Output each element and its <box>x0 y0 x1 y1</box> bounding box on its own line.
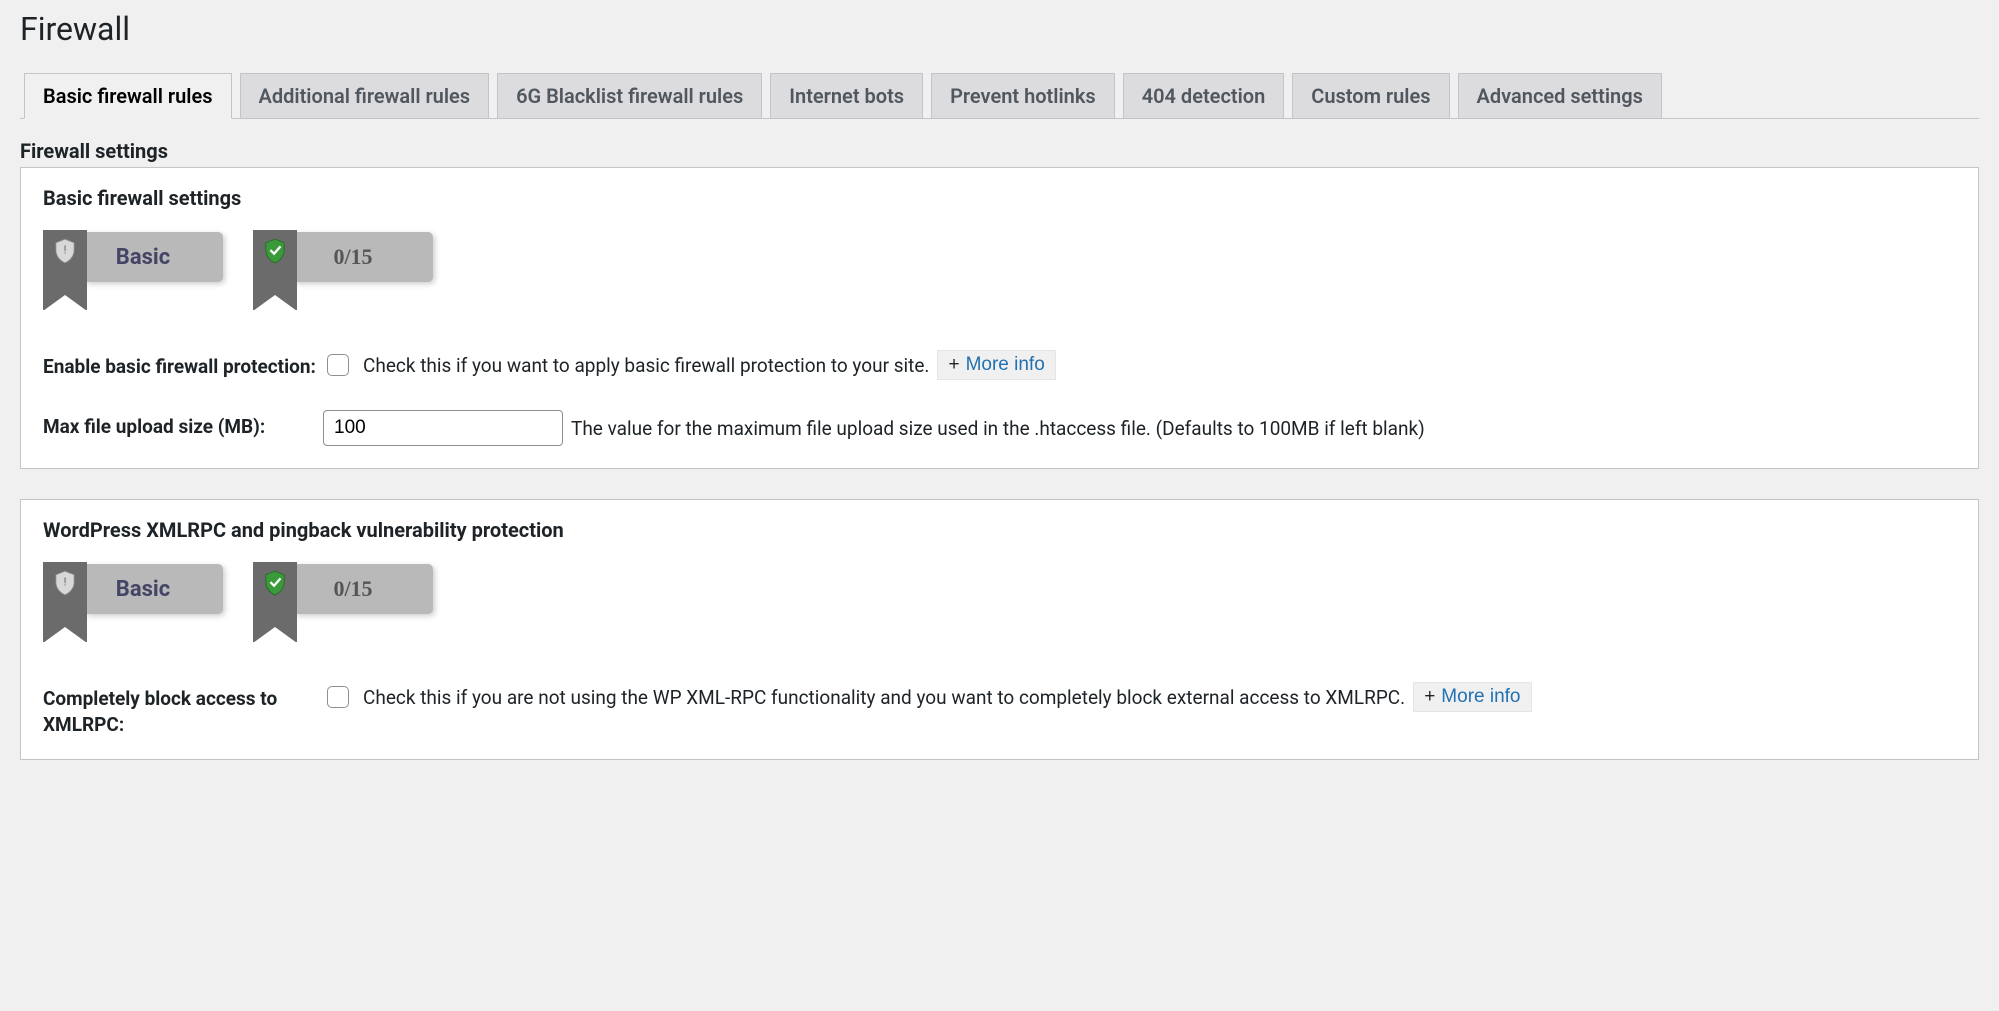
tab-bar: Basic firewall rules Additional firewall… <box>20 73 1979 119</box>
block-xmlrpc-checkbox[interactable] <box>327 686 349 708</box>
xmlrpc-title: WordPress XMLRPC and pingback vulnerabil… <box>43 518 1956 542</box>
security-score-label: 0/15 <box>293 564 433 614</box>
more-info-label: More info <box>1441 686 1520 708</box>
max-upload-label: Max file upload size (MB): <box>43 410 323 440</box>
tab-advanced-settings[interactable]: Advanced settings <box>1458 73 1662 119</box>
tab-prevent-hotlinks[interactable]: Prevent hotlinks <box>931 73 1115 119</box>
security-score-label: 0/15 <box>293 232 433 282</box>
max-upload-input[interactable] <box>323 410 563 446</box>
security-level-label: Basic <box>83 232 223 282</box>
enable-basic-firewall-checkbox[interactable] <box>327 354 349 376</box>
shield-check-icon <box>264 238 286 264</box>
security-score-badge: 0/15 <box>253 230 433 310</box>
security-score-badge: 0/15 <box>253 562 433 642</box>
block-xmlrpc-desc: Check this if you are not using the WP X… <box>363 686 1405 709</box>
svg-text:!: ! <box>64 576 67 589</box>
plus-icon: + <box>1424 686 1435 708</box>
tab-6g-blacklist[interactable]: 6G Blacklist firewall rules <box>497 73 762 119</box>
svg-text:!: ! <box>64 244 67 257</box>
security-level-badge: ! Basic <box>43 230 223 310</box>
tab-404-detection[interactable]: 404 detection <box>1123 73 1285 119</box>
security-level-badge: ! Basic <box>43 562 223 642</box>
shield-check-icon <box>264 570 286 596</box>
tab-basic-firewall-rules[interactable]: Basic firewall rules <box>24 73 232 119</box>
more-info-button[interactable]: + More info <box>1413 682 1531 712</box>
section-heading: Firewall settings <box>20 139 1979 163</box>
basic-firewall-title: Basic firewall settings <box>43 186 1956 210</box>
max-upload-desc: The value for the maximum file upload si… <box>571 417 1425 440</box>
xmlrpc-box: WordPress XMLRPC and pingback vulnerabil… <box>20 499 1979 760</box>
shield-icon: ! <box>54 238 76 264</box>
tab-additional-firewall-rules[interactable]: Additional firewall rules <box>240 73 490 119</box>
enable-basic-firewall-label: Enable basic firewall protection: <box>43 350 323 380</box>
more-info-button[interactable]: + More info <box>937 350 1055 380</box>
security-level-label: Basic <box>83 564 223 614</box>
more-info-label: More info <box>966 354 1045 376</box>
badges-row: ! Basic 0/15 <box>43 230 1956 310</box>
shield-icon: ! <box>54 570 76 596</box>
page-title: Firewall <box>20 10 1979 48</box>
badges-row-xmlrpc: ! Basic 0/15 <box>43 562 1956 642</box>
tab-internet-bots[interactable]: Internet bots <box>770 73 923 119</box>
block-xmlrpc-label: Completely block access to XMLRPC: <box>43 682 323 737</box>
tab-custom-rules[interactable]: Custom rules <box>1292 73 1449 119</box>
enable-basic-firewall-desc: Check this if you want to apply basic fi… <box>363 354 929 377</box>
basic-firewall-box: Basic firewall settings ! Basic 0/15 Ena… <box>20 167 1979 469</box>
plus-icon: + <box>948 354 959 376</box>
